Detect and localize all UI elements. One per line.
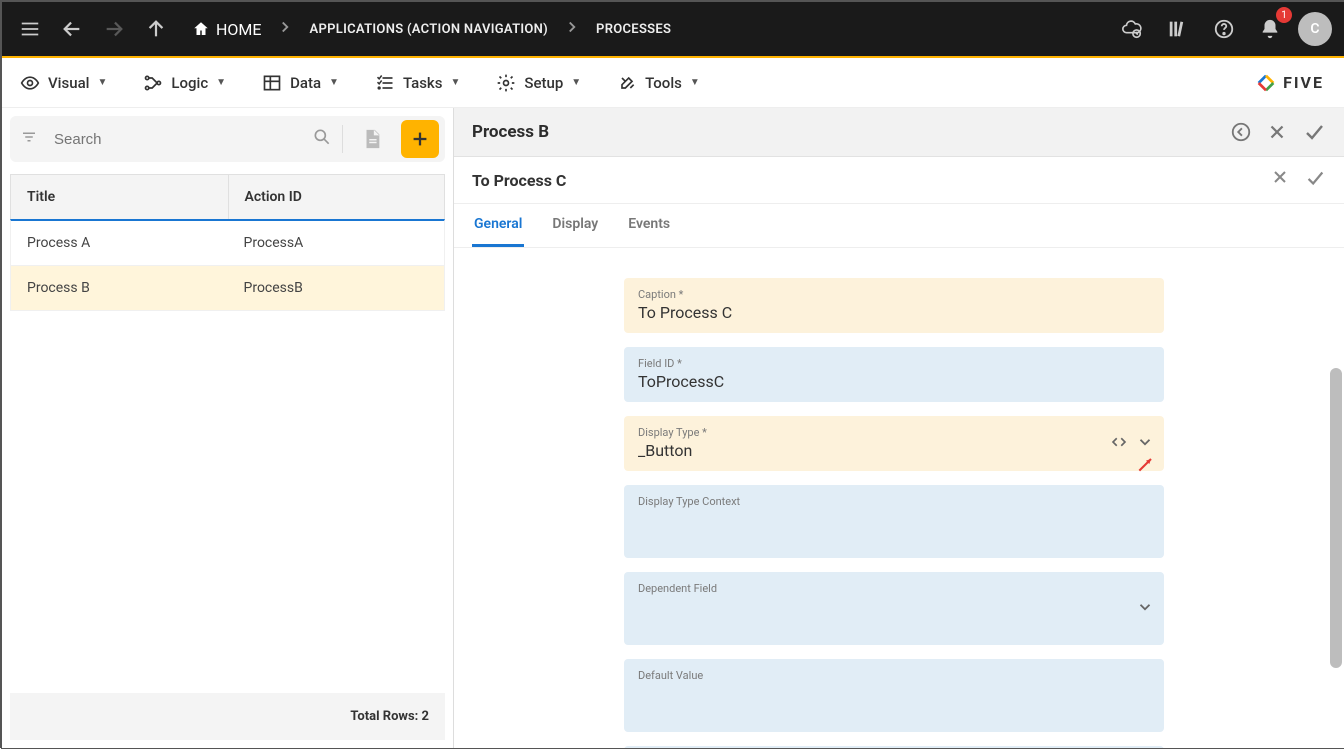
breadcrumb-applications[interactable]: APPLICATIONS (ACTION NAVIGATION): [303, 18, 554, 41]
back-circle-icon[interactable]: [1230, 120, 1252, 144]
menu-icon[interactable]: [12, 11, 48, 47]
field-value: [638, 510, 1150, 530]
field-value: [638, 684, 1150, 704]
detail-title: Process B: [472, 122, 549, 142]
toolbar-visual[interactable]: Visual▼: [20, 73, 107, 93]
field-dependent-field[interactable]: Dependent Field: [624, 572, 1164, 645]
form-area: Caption * To Process C Field ID * ToProc…: [454, 248, 1344, 748]
search-input[interactable]: [48, 121, 306, 158]
table-row[interactable]: Process A ProcessA: [10, 219, 445, 266]
notifications-icon[interactable]: 1: [1252, 11, 1288, 47]
divider: [342, 125, 343, 153]
field-field-id[interactable]: Field ID * ToProcessC: [624, 347, 1164, 402]
form-inner: Caption * To Process C Field ID * ToProc…: [624, 278, 1164, 748]
left-pane: Title Action ID Process A ProcessA Proce…: [2, 108, 454, 748]
toolbar-tools[interactable]: Tools▼: [617, 73, 700, 93]
table-row[interactable]: Process B ProcessB: [10, 266, 445, 311]
sub-header: To Process C: [454, 157, 1344, 204]
close-icon[interactable]: [1266, 120, 1288, 144]
field-label: Caption *: [638, 288, 1150, 301]
chevron-right-icon: [273, 18, 297, 40]
row-action-id: ProcessA: [228, 221, 445, 265]
sub-title: To Process C: [472, 171, 566, 190]
search-icon[interactable]: [312, 127, 332, 151]
breadcrumb-home[interactable]: HOME: [186, 11, 267, 47]
row-action-id: ProcessB: [228, 266, 445, 310]
confirm-icon[interactable]: [1304, 167, 1326, 193]
library-icon[interactable]: [1160, 11, 1196, 47]
main-toolbar: Visual▼ Logic▼ Data▼ Tasks▼ Setup▼ Tools…: [2, 58, 1344, 108]
col-title[interactable]: Title: [11, 175, 228, 219]
toolbar-data[interactable]: Data▼: [262, 73, 339, 93]
up-icon[interactable]: [138, 11, 174, 47]
field-value: [638, 597, 1150, 617]
field-label: Display Type *: [638, 426, 1150, 439]
toolbar-tasks-label: Tasks: [403, 74, 443, 92]
field-caption[interactable]: Caption * To Process C: [624, 278, 1164, 333]
row-title: Process A: [11, 221, 228, 265]
chevron-down-icon[interactable]: [1136, 433, 1154, 455]
field-label: Default Value: [638, 669, 1150, 682]
tab-display[interactable]: Display: [550, 204, 600, 247]
brand-logo: FIVE: [1255, 72, 1324, 94]
sub-header-actions: [1270, 167, 1326, 193]
tab-general[interactable]: General: [472, 204, 524, 247]
chevron-right-icon: [560, 18, 584, 40]
tabs: General Display Events: [454, 204, 1344, 248]
field-display-type[interactable]: Display Type * _Button: [624, 416, 1164, 471]
table-header: Title Action ID: [10, 174, 445, 219]
breadcrumb-home-label: HOME: [216, 20, 261, 39]
document-button[interactable]: [353, 120, 391, 158]
confirm-icon[interactable]: [1302, 120, 1326, 144]
toolbar-data-label: Data: [290, 74, 321, 92]
field-value: ToProcessC: [638, 372, 1150, 392]
close-icon[interactable]: [1270, 167, 1290, 193]
code-icon[interactable]: [1110, 433, 1128, 455]
field-default-value[interactable]: Default Value: [624, 659, 1164, 732]
col-action-id[interactable]: Action ID: [228, 175, 445, 219]
search-row: [10, 116, 445, 162]
breadcrumb: HOME APPLICATIONS (ACTION NAVIGATION) PR…: [186, 11, 677, 47]
detail-header: Process B: [454, 108, 1344, 157]
scrollbar[interactable]: [1330, 368, 1342, 668]
field-label: Field ID *: [638, 357, 1150, 370]
toolbar-visual-label: Visual: [48, 74, 89, 92]
filter-icon[interactable]: [16, 128, 42, 150]
tab-events[interactable]: Events: [626, 204, 672, 247]
toolbar-setup[interactable]: Setup▼: [496, 73, 581, 93]
detail-header-actions: [1230, 120, 1326, 144]
forward-icon: [96, 11, 132, 47]
toolbar-tools-label: Tools: [645, 74, 682, 92]
right-pane: Process B To Process C: [454, 108, 1344, 748]
field-label: Display Type Context: [638, 495, 1150, 508]
brand-text: FIVE: [1283, 73, 1324, 92]
toolbar-setup-label: Setup: [524, 74, 563, 92]
breadcrumb-processes[interactable]: PROCESSES: [590, 18, 677, 41]
field-value: To Process C: [638, 303, 1150, 323]
topbar-left: HOME APPLICATIONS (ACTION NAVIGATION) PR…: [12, 11, 677, 47]
toolbar-logic[interactable]: Logic▼: [143, 73, 226, 93]
field-label: Dependent Field: [638, 582, 1150, 595]
toolbar-logic-label: Logic: [171, 74, 208, 92]
help-icon[interactable]: [1206, 11, 1242, 47]
back-icon[interactable]: [54, 11, 90, 47]
toolbar-tasks[interactable]: Tasks▼: [375, 73, 460, 93]
field-value: _Button: [638, 441, 1150, 461]
scrollbar-thumb[interactable]: [1330, 368, 1342, 668]
row-title: Process B: [11, 266, 228, 310]
workspace: Title Action ID Process A ProcessA Proce…: [2, 108, 1344, 748]
chevron-down-icon[interactable]: [1136, 598, 1154, 620]
add-button[interactable]: [401, 120, 439, 158]
app-topbar: HOME APPLICATIONS (ACTION NAVIGATION) PR…: [2, 2, 1344, 56]
avatar[interactable]: C: [1298, 12, 1332, 46]
list-footer: Total Rows: 2: [10, 693, 445, 740]
field-display-type-context[interactable]: Display Type Context: [624, 485, 1164, 558]
cloud-sync-icon[interactable]: [1114, 11, 1150, 47]
topbar-right: 1 C: [1114, 11, 1332, 47]
notification-badge: 1: [1276, 7, 1292, 23]
